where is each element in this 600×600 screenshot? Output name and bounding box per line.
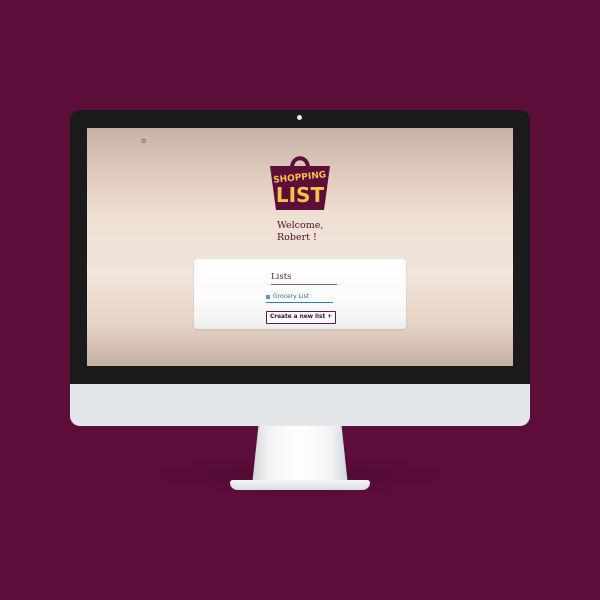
logo-line2: LIST xyxy=(276,183,325,207)
promo-stage: ≡ SHOPPING LIST Welcome, Robert ! Lists … xyxy=(0,0,600,600)
list-item-label[interactable]: Grocery List xyxy=(273,293,309,301)
monitor-stand xyxy=(252,426,348,484)
shopping-list-logo: SHOPPING LIST xyxy=(270,156,330,210)
monitor-base xyxy=(230,480,370,490)
create-new-list-button[interactable]: Create a new list + xyxy=(266,311,337,324)
webcam-icon xyxy=(297,115,302,120)
welcome-line2: Robert ! xyxy=(277,232,317,243)
list-item-grocery[interactable]: Grocery List xyxy=(266,292,333,303)
hamburger-menu-icon[interactable]: ≡ xyxy=(141,138,147,145)
app-screen: ≡ SHOPPING LIST Welcome, Robert ! Lists … xyxy=(87,128,513,366)
list-bullet-icon xyxy=(266,295,270,299)
lists-card: Lists Grocery List Create a new list + xyxy=(194,259,406,329)
welcome-line1: Welcome, xyxy=(277,220,324,231)
monitor-chin xyxy=(70,384,530,426)
lists-title: Lists xyxy=(271,272,337,285)
status-note xyxy=(287,253,311,256)
welcome-message: Welcome, Robert ! xyxy=(277,220,357,244)
